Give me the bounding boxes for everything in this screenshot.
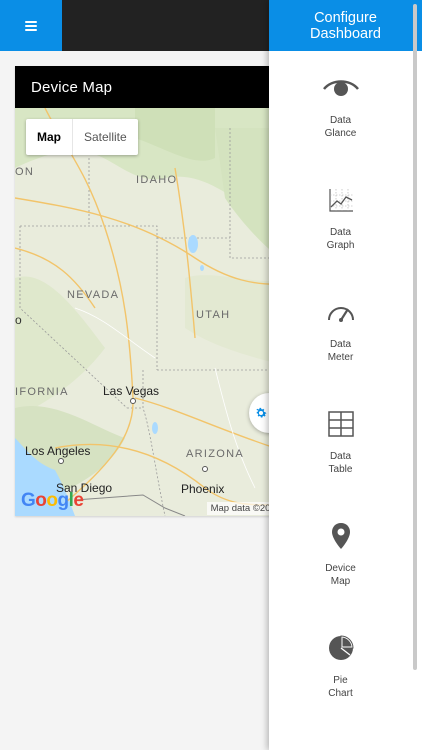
drawer-item-label: Graph [326,240,355,251]
map-city-label: Phoenix [181,482,225,496]
city-marker [58,458,64,464]
city-marker [130,398,136,404]
line-graph-icon [328,189,353,212]
hamburger-menu-icon [25,20,37,31]
map-edge-label: ON [15,166,35,178]
drawer-item-label: Table [328,464,353,475]
drawer-title: Configure Dashboard [269,0,422,51]
google-logo: Google [21,490,84,511]
gear-icon [256,407,267,418]
map-state-label: ARIZONA [186,448,244,460]
pie-chart-icon [328,635,354,660]
map-type-satellite-button[interactable]: Satellite [73,119,138,155]
drawer-item-pie-chart[interactable]: Pie Chart [269,632,412,700]
drawer-item-label: Chart [328,688,353,699]
drawer-item-label: Device [325,563,356,574]
drawer-item-data-meter[interactable]: Data Meter [269,296,412,364]
drawer-item-data-graph[interactable]: Data Graph [269,184,412,252]
map-edge-label: o [15,313,22,327]
drawer-scrollbar[interactable] [413,4,417,670]
drawer-item-label: Meter [327,352,354,363]
drawer-title-line2: Dashboard [310,25,381,42]
drawer-item-label: Data [329,451,352,462]
map-state-label: IDAHO [136,174,178,186]
map-state-label: IFORNIA [15,386,69,398]
drawer-item-label: Glance [324,128,357,139]
city-marker [202,466,208,472]
gauge-icon [327,307,354,322]
drawer-item-label: Data [329,227,352,238]
card-title: Device Map [15,66,295,108]
drawer-item-data-glance[interactable]: Data Glance [269,72,412,140]
map-city-label: Las Vegas [103,384,160,398]
configure-dashboard-drawer: Configure Dashboard Data Glance Data Graph… [269,0,422,750]
map-state-label: UTAH [196,309,231,321]
drawer-item-data-table[interactable]: Data Table [269,408,412,476]
map-city-label: Los Angeles [25,444,91,458]
map-view[interactable]: Map Satellite ON IDAHO NEVADA o UTAH IFO… [15,108,295,516]
drawer-item-label: Pie [333,675,348,686]
map-state-label: NEVADA [67,289,120,301]
drawer-title-line1: Configure [314,9,377,26]
menu-button[interactable] [0,0,62,51]
map-type-map-button[interactable]: Map [26,119,73,155]
device-map-card: Device Map Map Satellite ON IDAHO NEVADA… [15,66,295,516]
table-icon [327,411,354,437]
eye-icon [322,80,359,96]
map-pin-icon [331,523,350,549]
map-type-toggle: Map Satellite [26,119,138,155]
drawer-item-label: Data [329,115,352,126]
drawer-item-device-map[interactable]: Device Map [269,520,412,588]
drawer-item-label: Data [329,339,352,350]
drawer-item-label: Map [330,576,351,587]
